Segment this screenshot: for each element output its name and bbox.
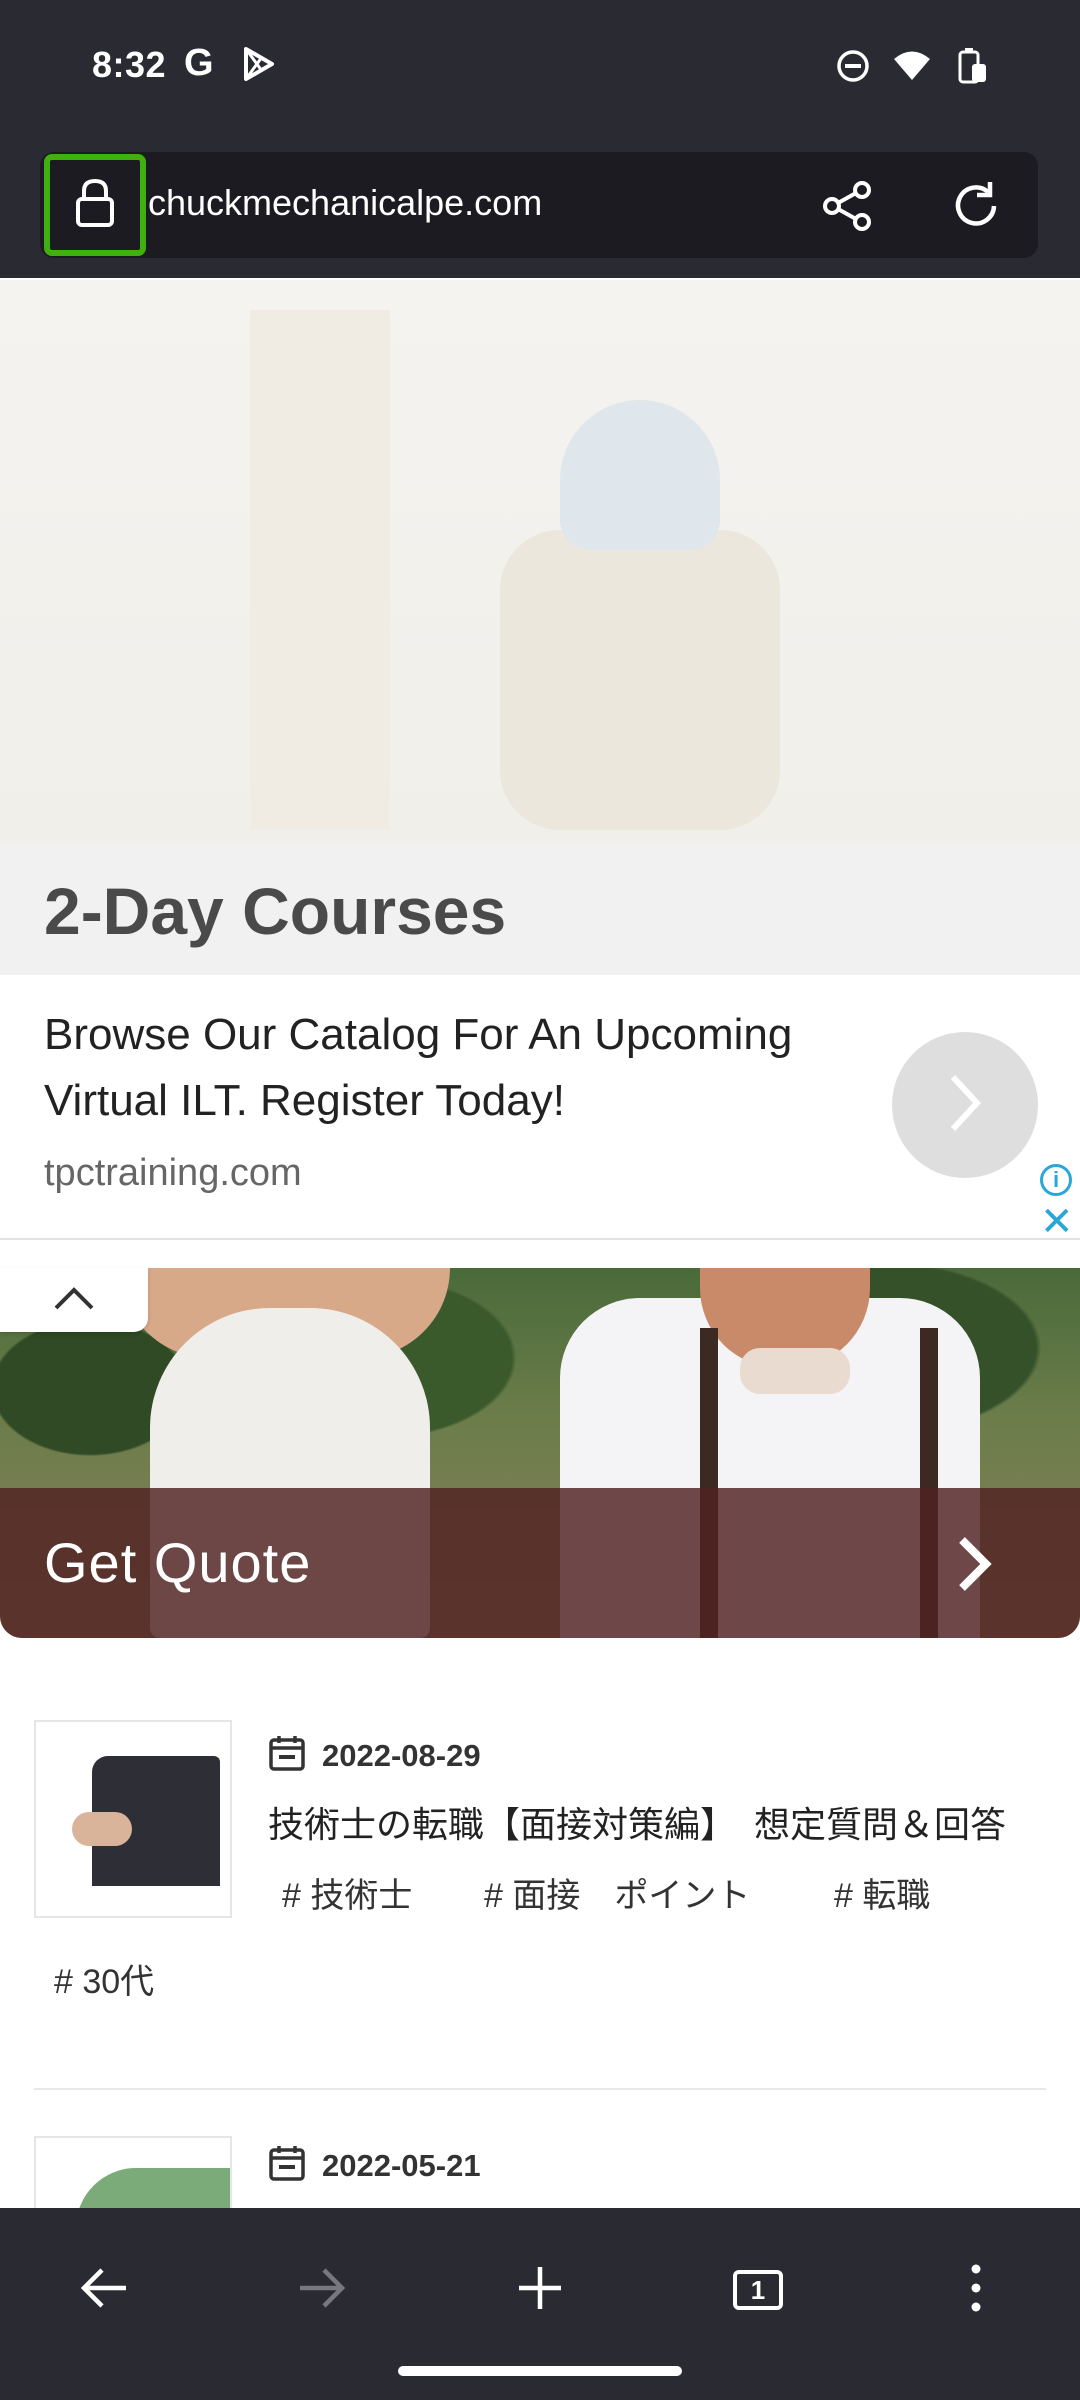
lock-icon	[74, 177, 116, 234]
article-item[interactable]: 2022-05-21	[0, 2136, 1080, 2208]
ad-image[interactable]	[0, 280, 1080, 845]
ad-title-band[interactable]: 2-Day Courses	[0, 845, 1080, 975]
chevron-up-icon	[52, 1284, 96, 1317]
share-button[interactable]	[820, 178, 876, 239]
article-thumbnail[interactable]	[34, 1720, 232, 1918]
article-thumbnail[interactable]	[34, 2136, 232, 2208]
ad-divider	[0, 1238, 1080, 1240]
tag-link[interactable]: # 技術士	[282, 1868, 412, 1917]
battery-charging-icon	[954, 46, 988, 91]
article-title[interactable]: 技術士の転職【面接対策編】 想定質問＆回答	[268, 1796, 1006, 1848]
reload-icon	[948, 182, 1004, 238]
ad-info-icon[interactable]: i	[1040, 1164, 1072, 1196]
new-tab-button[interactable]	[492, 2242, 588, 2338]
tag-link[interactable]: # 転職	[834, 1868, 930, 1917]
status-icons	[836, 46, 988, 91]
do-not-disturb-icon	[836, 49, 870, 88]
chevron-right-icon	[945, 1071, 985, 1140]
tag-link[interactable]: # 30代	[54, 1954, 154, 2003]
get-quote-banner[interactable]: Get Quote	[0, 1268, 1080, 1638]
plus-icon	[515, 2263, 565, 2318]
menu-button[interactable]	[928, 2242, 1024, 2338]
bottom-toolbar: 1	[0, 2208, 1080, 2400]
share-icon	[820, 181, 876, 238]
chevron-right-icon	[952, 1532, 996, 1601]
wifi-icon	[892, 50, 932, 87]
play-store-icon	[242, 46, 276, 87]
get-quote-bar[interactable]: Get Quote	[0, 1488, 1080, 1638]
article-item[interactable]: 2022-08-29 技術士の転職【面接対策編】 想定質問＆回答 # 技術士 #…	[0, 1720, 1080, 2020]
calendar-icon	[268, 1734, 306, 1777]
back-button[interactable]	[56, 2242, 152, 2338]
collapse-ad-button[interactable]	[0, 1268, 148, 1332]
ad-description[interactable]: Browse Our Catalog For An Upcoming Virtu…	[44, 1002, 864, 1134]
home-indicator[interactable]	[398, 2366, 682, 2376]
ad-domain[interactable]: tpctraining.com	[44, 1152, 302, 1195]
forward-button[interactable]	[274, 2242, 370, 2338]
overflow-menu-icon	[970, 2263, 982, 2318]
calendar-icon	[268, 2144, 306, 2187]
get-quote-label[interactable]: Get Quote	[44, 1530, 311, 1595]
ad-close-icon[interactable]: ✕	[1040, 1202, 1074, 1242]
back-arrow-icon	[78, 2266, 130, 2315]
google-icon: G	[184, 42, 214, 84]
status-time: 8:32	[92, 44, 167, 85]
tab-count: 1	[733, 2270, 783, 2310]
article-date-text: 2022-05-21	[322, 2147, 481, 2183]
article-date: 2022-05-21	[268, 2144, 481, 2187]
forward-arrow-icon	[296, 2266, 348, 2315]
article-divider	[34, 2088, 1046, 2090]
article-date-text: 2022-08-29	[322, 1737, 481, 1773]
tabs-button[interactable]: 1	[710, 2242, 806, 2338]
web-content[interactable]: 2-Day Courses Browse Our Catalog For An …	[0, 278, 1080, 2208]
status-bar: 8:32 G	[0, 0, 1080, 140]
url-text[interactable]: chuckmechanicalpe.com	[148, 182, 542, 224]
tag-link[interactable]: # 面接 ポイント	[484, 1868, 750, 1917]
reload-button[interactable]	[948, 178, 1004, 239]
article-date: 2022-08-29	[268, 1734, 481, 1777]
ad-title[interactable]: 2-Day Courses	[44, 873, 506, 949]
site-info-button[interactable]	[44, 154, 146, 256]
ad-open-button[interactable]	[892, 1032, 1038, 1178]
